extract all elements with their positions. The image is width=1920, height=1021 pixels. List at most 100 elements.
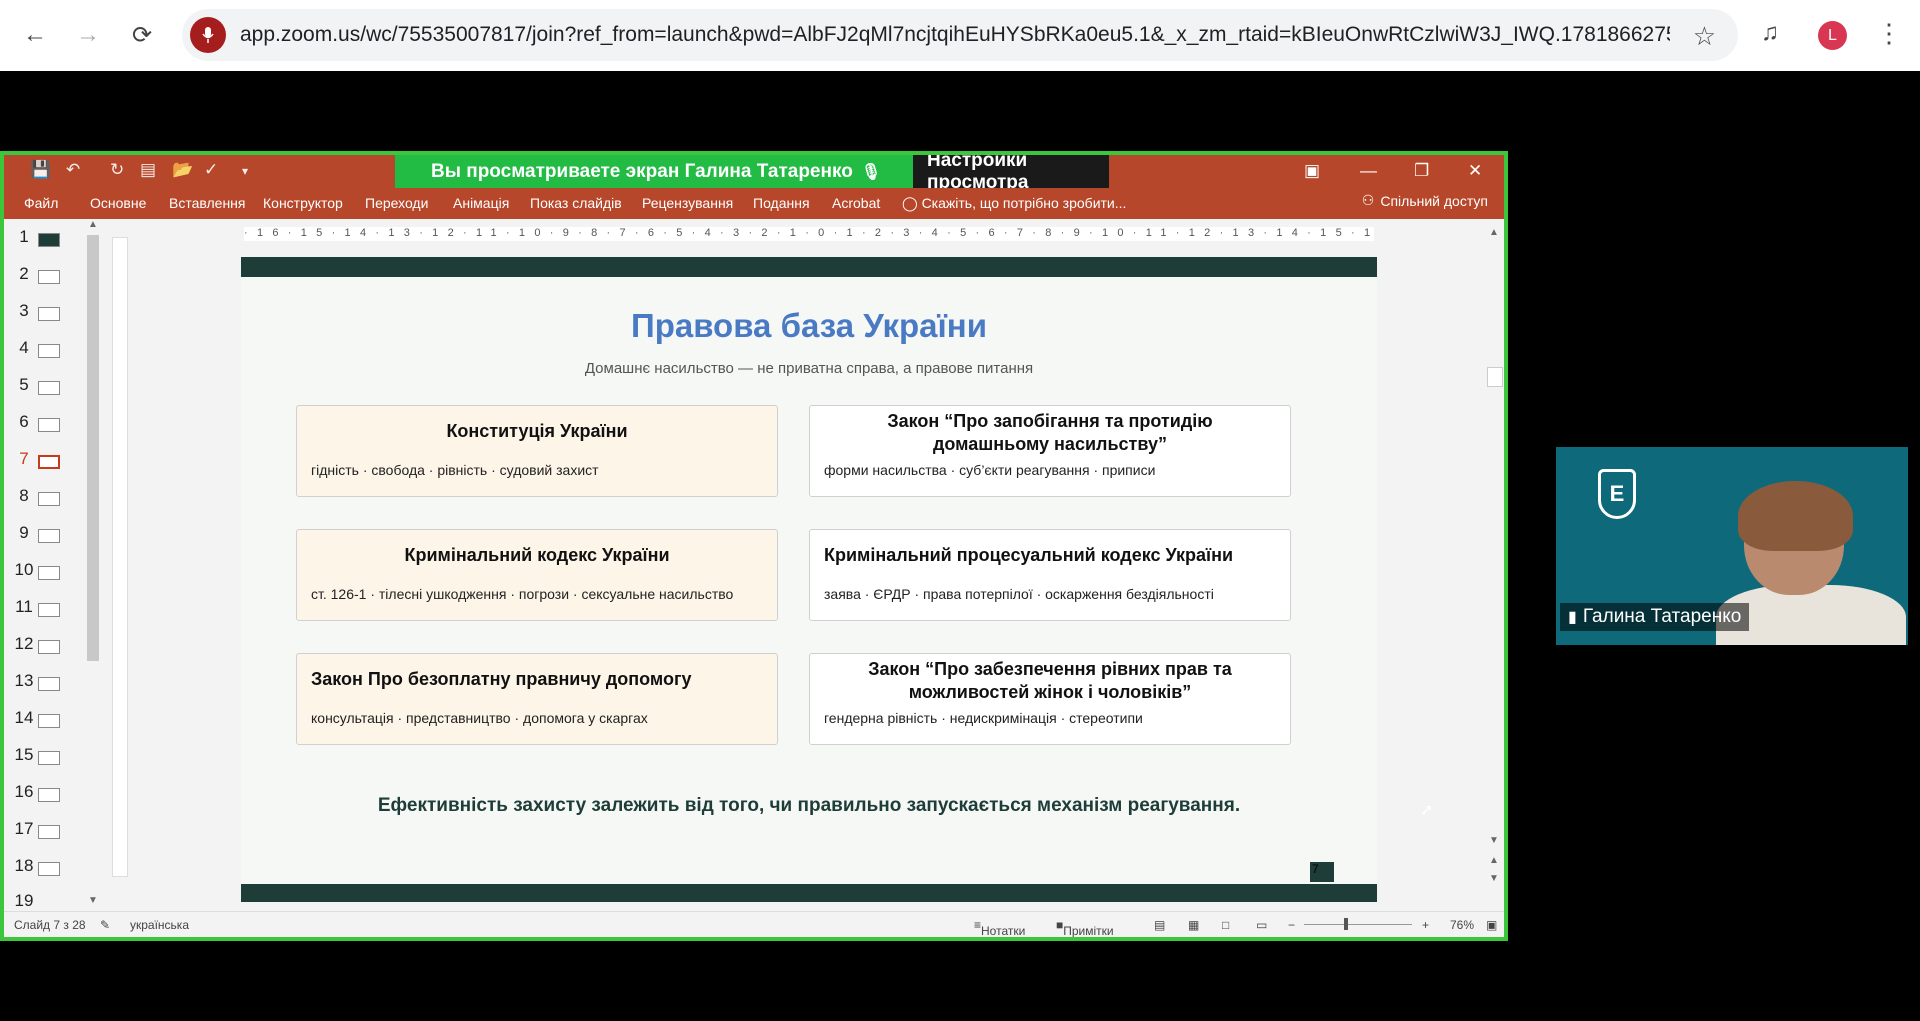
reload-icon[interactable]: ⟳ bbox=[124, 17, 160, 53]
zoom-in-icon[interactable]: + bbox=[1422, 918, 1429, 932]
university-logo: Е bbox=[1598, 469, 1636, 519]
tab-acrobat[interactable]: Acrobat bbox=[832, 195, 880, 211]
thumb-image bbox=[38, 566, 60, 580]
card-desc: форми насильства · суб’єкти реагування ·… bbox=[824, 462, 1156, 478]
participant-name: Галина Татаренко bbox=[1582, 606, 1742, 627]
slide-sorter-icon[interactable]: ▦ bbox=[1188, 918, 1199, 932]
previous-slide-icon[interactable]: ▲ bbox=[1489, 855, 1499, 866]
thumb-image bbox=[38, 529, 60, 543]
tab-file[interactable]: Файл bbox=[24, 195, 58, 211]
thumb-number: 9 bbox=[19, 523, 29, 542]
card-desc: гідність · свобода · рівність · судовий … bbox=[311, 462, 599, 478]
status-bar: Слайд 7 з 28 ✎ українська ≡ Нотатки ■ Пр… bbox=[4, 911, 1504, 937]
participant-video[interactable]: Е ▮ Галина Татаренко bbox=[1556, 447, 1908, 645]
card-criminal-code: Кримінальний кодекс України ст. 126-1 · … bbox=[296, 529, 778, 621]
reading-view-icon[interactable]: □ bbox=[1222, 918, 1229, 932]
tab-view[interactable]: Подання bbox=[753, 195, 810, 211]
slideshow-view-icon[interactable]: ▭ bbox=[1256, 918, 1267, 932]
thumb-number: 10 bbox=[14, 560, 34, 579]
thumb-image bbox=[38, 825, 60, 839]
thumb-number: 7 bbox=[19, 449, 29, 468]
card-desc: гендерна рівність · недискримінація · ст… bbox=[824, 710, 1143, 726]
participant-name-label: ▮ Галина Татаренко bbox=[1560, 603, 1750, 631]
close-icon[interactable]: ✕ bbox=[1468, 161, 1482, 181]
open-folder-icon[interactable]: 📂 bbox=[172, 160, 193, 180]
tab-slideshow[interactable]: Показ слайдів bbox=[530, 195, 622, 211]
thumb-number: 11 bbox=[15, 597, 33, 616]
slideshow-icon[interactable]: ▤ bbox=[140, 160, 156, 180]
tell-me-text: Скажіть, що потрібно зробити... bbox=[921, 195, 1127, 211]
scroll-up-icon[interactable]: ▲ bbox=[1489, 227, 1499, 238]
thumb-number: 8 bbox=[19, 486, 29, 505]
thumb-image bbox=[38, 677, 60, 691]
more-menu-icon[interactable]: ⋮ bbox=[1876, 18, 1902, 49]
slide-canvas[interactable]: Правова база України Домашнє насильство … bbox=[241, 257, 1377, 902]
fit-slide-icon[interactable]: ▣ bbox=[1486, 918, 1497, 932]
customize-dropdown-icon[interactable]: ▾ bbox=[242, 164, 248, 178]
language-indicator[interactable]: українська bbox=[130, 918, 189, 932]
view-settings-button[interactable]: Настройки просмотра bbox=[913, 155, 1109, 193]
tab-insert[interactable]: Вставлення bbox=[169, 195, 246, 211]
media-control-icon[interactable]: ♫ bbox=[1761, 19, 1779, 47]
zoom-out-icon[interactable]: − bbox=[1288, 918, 1295, 932]
mouse-cursor-icon: ➚ bbox=[1420, 802, 1434, 819]
tab-review[interactable]: Рецензування bbox=[642, 195, 733, 211]
next-slide-icon[interactable]: ▼ bbox=[1489, 873, 1499, 884]
card-title: Кримінальний кодекс України bbox=[404, 545, 670, 565]
bookmark-star-icon[interactable]: ☆ bbox=[1693, 21, 1716, 52]
scroll-up-icon[interactable]: ▲ bbox=[88, 219, 98, 230]
thumbnail-scrollbar[interactable]: ▲ ▼ bbox=[84, 219, 104, 909]
thumb-image bbox=[38, 381, 60, 395]
spellcheck-icon[interactable]: ✓ bbox=[204, 160, 218, 180]
comments-button[interactable]: ■ Примітки bbox=[1056, 918, 1114, 937]
tab-transitions[interactable]: Переходи bbox=[365, 195, 428, 211]
save-icon[interactable]: 💾 bbox=[30, 160, 51, 180]
tab-home[interactable]: Основне bbox=[90, 195, 146, 211]
restore-icon[interactable]: ❐ bbox=[1414, 161, 1429, 181]
undo-icon[interactable]: ↶ bbox=[66, 160, 80, 180]
thumb-number: 4 bbox=[19, 338, 29, 357]
slide-scrollbar[interactable]: ▲ ▼ ▲ ▼ bbox=[1485, 227, 1504, 907]
thumb-number: 5 bbox=[19, 375, 29, 394]
thumb-number: 15 bbox=[14, 745, 34, 764]
thumb-number: 2 bbox=[19, 264, 29, 283]
normal-view-icon[interactable]: ▤ bbox=[1154, 918, 1165, 932]
tab-animations[interactable]: Анімація bbox=[453, 195, 509, 211]
scrollbar-thumb[interactable] bbox=[87, 235, 99, 661]
zoom-slider-handle[interactable] bbox=[1344, 918, 1348, 930]
address-bar[interactable]: app.zoom.us/wc/75535007817/join?ref_from… bbox=[182, 9, 1738, 61]
ribbon-display-icon[interactable]: ▣ bbox=[1304, 161, 1320, 181]
microphone-icon[interactable] bbox=[190, 17, 226, 53]
thumb-number: 18 bbox=[14, 856, 34, 875]
thumb-image bbox=[38, 640, 60, 654]
share-button[interactable]: ⚇ Спільний доступ bbox=[1362, 192, 1488, 209]
redo-icon[interactable]: ↻ bbox=[110, 160, 124, 180]
spellcheck-status-icon[interactable]: ✎ bbox=[100, 918, 110, 932]
minimize-icon[interactable]: — bbox=[1360, 161, 1377, 181]
tell-me-box[interactable]: ◯ Скажіть, що потрібно зробити... bbox=[902, 195, 1126, 212]
zoom-level[interactable]: 76% bbox=[1450, 918, 1474, 932]
tab-design[interactable]: Конструктор bbox=[263, 195, 343, 211]
profile-avatar[interactable]: L bbox=[1818, 21, 1847, 50]
thumb-image bbox=[38, 455, 60, 469]
card-title: Закон “Про забезпечення рівних прав та м… bbox=[868, 659, 1232, 702]
scroll-down-icon[interactable]: ▼ bbox=[1489, 835, 1499, 846]
back-arrow-icon[interactable]: ← bbox=[17, 17, 53, 53]
notes-button[interactable]: ≡ Нотатки bbox=[974, 918, 1025, 937]
card-desc: заява · ЄРДР · права потерпілої · оскарж… bbox=[824, 586, 1214, 602]
url-text[interactable]: app.zoom.us/wc/75535007817/join?ref_from… bbox=[240, 23, 1670, 47]
slide-footer-statement: Ефективність захисту залежить від того, … bbox=[377, 795, 1241, 816]
thumb-number: 12 bbox=[14, 634, 34, 653]
zoom-share-banner: Вы просматриваете экран Галина Татаренко… bbox=[395, 155, 1109, 193]
forward-arrow-icon[interactable]: → bbox=[70, 17, 106, 53]
thumb-image bbox=[38, 751, 60, 765]
lightbulb-icon: ◯ bbox=[902, 195, 918, 211]
shared-screen: 💾 ↶ ↻ ▤ 📂 ✓ ▾ Вы просматриваете экран Га… bbox=[0, 151, 1508, 941]
thumb-number: 6 bbox=[19, 412, 29, 431]
zoom-slider[interactable] bbox=[1304, 924, 1412, 925]
ppt-title-bar: 💾 ↶ ↻ ▤ 📂 ✓ ▾ Вы просматриваете экран Га… bbox=[4, 155, 1504, 193]
scrollbar-thumb[interactable] bbox=[1487, 367, 1503, 387]
card-constitution: Конституція України гідність · свобода ·… bbox=[296, 405, 778, 497]
share-banner-text: Вы просматриваете экран Галина Татаренко bbox=[431, 160, 853, 182]
scroll-down-icon[interactable]: ▼ bbox=[88, 895, 98, 906]
